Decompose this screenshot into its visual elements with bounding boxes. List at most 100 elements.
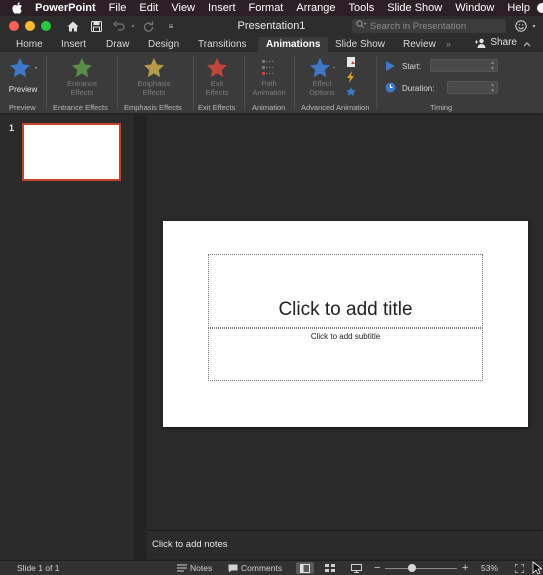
notes-toggle-button[interactable]: Notes (177, 563, 212, 573)
zoom-in-button[interactable]: + (462, 562, 468, 574)
tab-insert[interactable]: Insert (61, 37, 86, 52)
slide-number: 1 (9, 123, 15, 133)
fit-to-window-button[interactable] (510, 562, 528, 574)
menu-slide-show[interactable]: Slide Show (387, 2, 442, 14)
add-animation-icon[interactable] (346, 56, 358, 70)
effect-options-label-1: Effect (312, 79, 332, 88)
emphasis-star-icon (130, 57, 178, 79)
tab-design[interactable]: Design (148, 37, 179, 52)
collapse-ribbon-icon[interactable] (523, 39, 531, 50)
normal-view-button[interactable] (296, 562, 314, 574)
zoom-slider[interactable] (385, 568, 457, 569)
tab-slide-show[interactable]: Slide Show (335, 37, 385, 52)
duration-stepper[interactable]: ▲ ▼ (447, 81, 498, 94)
timing-group-label: Timing (430, 103, 453, 112)
more-tabs-chevron-icon[interactable]: » (446, 37, 451, 52)
menu-powerpoint[interactable]: PowerPoint (35, 2, 96, 14)
zoom-slider-thumb[interactable] (407, 564, 416, 572)
preview-group-label: Preview (9, 103, 36, 112)
smiley-feedback-icon[interactable] (514, 19, 528, 33)
preview-button[interactable]: Preview (5, 57, 41, 94)
search-box[interactable] (352, 19, 506, 33)
pane-splitter[interactable] (134, 115, 146, 560)
fit-window-icon (514, 563, 524, 573)
entrance-label-1: Entrance (66, 79, 98, 88)
search-icon (356, 20, 367, 32)
customize-toolbar-icon[interactable]: ≡ (164, 19, 178, 33)
start-dropdown[interactable]: ▲ ▼ (430, 59, 498, 72)
redo-icon[interactable] (141, 19, 155, 33)
slide-sorter-view-button[interactable] (321, 562, 339, 574)
reading-view-icon (350, 563, 362, 573)
ribbon-divider (244, 56, 245, 110)
exit-effects-button[interactable]: Exit Effects (197, 57, 237, 97)
undo-dropdown-icon[interactable]: ▾ (126, 19, 140, 33)
tab-review[interactable]: Review (403, 37, 436, 52)
share-label: Share (490, 37, 517, 48)
comments-toggle-label: Comments (241, 563, 283, 573)
zoom-out-button[interactable]: − (374, 562, 380, 574)
effect-options-button[interactable]: Effect Options (300, 57, 344, 97)
duration-label: Duration: (402, 84, 435, 93)
undo-icon[interactable] (112, 19, 126, 33)
notes-placeholder: Click to add notes (152, 539, 228, 550)
tab-animations[interactable]: Animations (258, 37, 329, 52)
slide-editing-area: Click to add title Click to add subtitle (147, 115, 543, 530)
comments-toggle-button[interactable]: Comments (228, 563, 282, 573)
search-input[interactable] (370, 20, 500, 32)
menu-file[interactable]: File (109, 2, 127, 14)
notes-icon (177, 564, 187, 572)
start-spinner-icon: ▲ ▼ (490, 60, 495, 72)
trigger-lightning-icon[interactable] (346, 71, 356, 85)
play-triangle-icon (386, 61, 395, 73)
slide-canvas[interactable]: Click to add title Click to add subtitle (163, 221, 528, 427)
menu-view[interactable]: View (171, 2, 195, 14)
effect-options-star-icon (300, 57, 344, 79)
close-window-button[interactable] (9, 21, 19, 31)
start-label: Start: (402, 62, 422, 71)
tab-transitions[interactable]: Transitions (198, 37, 247, 52)
minimize-window-button[interactable] (25, 21, 35, 31)
slide-thumbnail-pane: 1 (0, 115, 134, 560)
menu-help[interactable]: Help (507, 2, 530, 14)
emphasis-label-1: Emphasis (137, 79, 171, 88)
notes-pane[interactable]: Click to add notes (147, 530, 543, 559)
tab-home[interactable]: Home (16, 37, 43, 52)
home-icon[interactable] (66, 19, 80, 33)
menu-insert[interactable]: Insert (208, 2, 236, 14)
preview-star-icon (5, 57, 41, 79)
title-placeholder-text: Click to add title (278, 299, 413, 320)
entrance-effects-button[interactable]: Entrance Effects (58, 57, 106, 97)
zoom-window-button[interactable] (41, 21, 51, 31)
subtitle-placeholder-text: Click to add subtitle (310, 332, 381, 341)
ribbon-tabs: Home Insert Draw Design Transitions Anim… (0, 36, 543, 52)
tab-draw[interactable]: Draw (106, 37, 129, 52)
path-animation-button[interactable]: Path Animation (248, 57, 290, 97)
menu-format[interactable]: Format (249, 2, 284, 14)
menu-bar: PowerPoint File Edit View Insert Format … (0, 0, 543, 16)
emphasis-effects-button[interactable]: Emphasis Effects (130, 57, 178, 97)
menubar-status-icon[interactable] (537, 3, 543, 13)
menu-tools[interactable]: Tools (349, 2, 375, 14)
slide-thumbnail[interactable] (22, 123, 121, 181)
exit-label-1: Exit (210, 79, 224, 88)
menu-arrange[interactable]: Arrange (296, 2, 335, 14)
apple-icon[interactable] (12, 2, 25, 14)
reading-view-button[interactable] (347, 562, 365, 574)
feedback-dropdown-icon[interactable]: ▾ (527, 19, 541, 33)
add-person-icon (475, 38, 487, 48)
emphasis-label-2: Effects (142, 88, 166, 97)
save-icon[interactable] (89, 19, 103, 33)
menu-window[interactable]: Window (455, 2, 494, 14)
notes-toggle-label: Notes (190, 563, 213, 573)
subtitle-placeholder[interactable]: Click to add subtitle (208, 328, 483, 381)
menu-edit[interactable]: Edit (139, 2, 158, 14)
ribbon-divider (294, 56, 295, 110)
title-placeholder[interactable]: Click to add title (208, 254, 483, 328)
animation-painter-icon[interactable] (346, 87, 358, 99)
share-button[interactable]: Share (475, 37, 517, 48)
path-label-2: Animation (252, 88, 286, 97)
zoom-level[interactable]: 53% (481, 563, 498, 573)
comment-icon (228, 564, 238, 573)
ribbon-divider (46, 56, 47, 110)
